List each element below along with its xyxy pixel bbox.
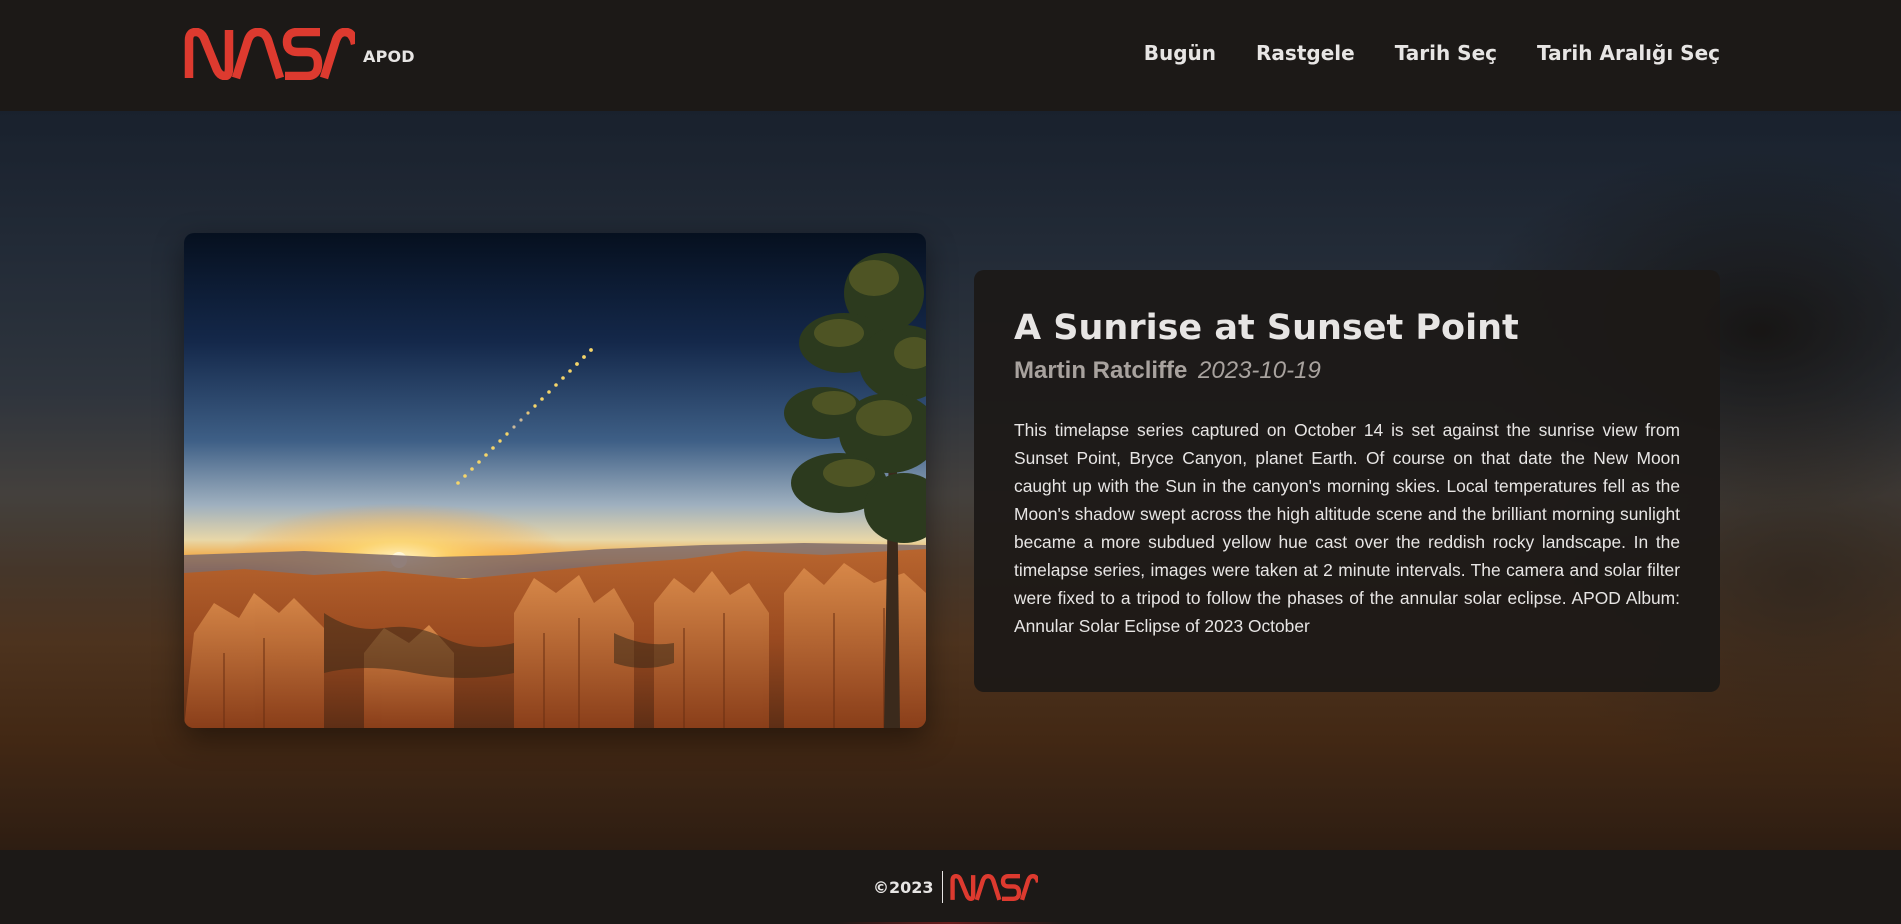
apod-explanation: This timelapse series captured on Octobe… bbox=[1014, 420, 1680, 636]
apod-byline: Martin Ratcliffe 2023-10-19 bbox=[1014, 356, 1680, 386]
main-nav: Bugün Rastgele Tarih Seç Tarih Aralığı S… bbox=[1144, 41, 1720, 65]
nav-pick-date[interactable]: Tarih Seç bbox=[1395, 41, 1497, 65]
nav-pick-date-range[interactable]: Tarih Aralığı Seç bbox=[1537, 41, 1720, 65]
apod-image[interactable] bbox=[184, 233, 926, 728]
nav-random[interactable]: Rastgele bbox=[1256, 41, 1355, 65]
apod-date: 2023-10-19 bbox=[1198, 357, 1321, 384]
apod-info-card: A Sunrise at Sunset Point Martin Ratclif… bbox=[974, 270, 1720, 692]
apod-title: A Sunrise at Sunset Point bbox=[1014, 308, 1519, 348]
app-label: APOD bbox=[363, 47, 415, 66]
nasa-worm-footer-logo[interactable] bbox=[949, 873, 1038, 901]
brand[interactable]: APOD bbox=[184, 28, 415, 80]
apod-author: Martin Ratcliffe bbox=[1014, 357, 1188, 384]
nav-today[interactable]: Bugün bbox=[1144, 41, 1216, 65]
site-header: APOD Bugün Rastgele Tarih Seç Tarih Aral… bbox=[0, 0, 1901, 111]
footer-divider bbox=[941, 871, 943, 903]
nasa-worm-logo[interactable] bbox=[184, 28, 355, 80]
copyright: ©2023 bbox=[873, 877, 934, 897]
site-footer: ©2023 bbox=[0, 850, 1901, 924]
